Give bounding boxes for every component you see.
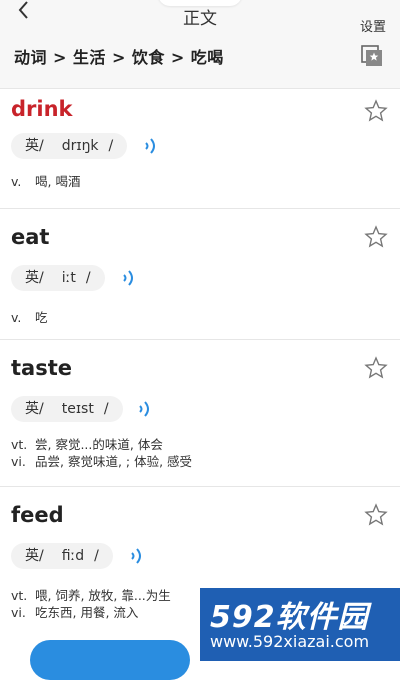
breadcrumb-separator: > <box>53 48 67 67</box>
watermark: 592软件园 www.592xiazai.com <box>200 588 400 661</box>
part-of-speech: vi. <box>11 605 26 620</box>
ipa-close: / <box>94 548 99 564</box>
definitions: v. 喝, 喝酒 <box>11 173 80 190</box>
accent-label: 英/ <box>25 138 44 154</box>
definition-text: 吃东西, 用餐, 流入 <box>35 605 139 620</box>
accent-label: 英/ <box>25 548 44 564</box>
breadcrumb: 动词 > 生活 > 饮食 > 吃喝 <box>14 44 224 68</box>
ipa-text: fiːd <box>61 548 85 564</box>
sound-icon[interactable] <box>128 545 146 567</box>
part-of-speech: v. <box>11 310 22 325</box>
word-title: feed <box>11 503 64 527</box>
breadcrumb-separator: > <box>111 48 126 67</box>
breadcrumb-item[interactable]: 吃喝 <box>191 48 224 67</box>
word-title: drink <box>11 97 73 121</box>
word-card-taste[interactable]: taste 英/teɪst / vt. 尝, 察觉...的味道, 体会 vi. 品尝,… <box>0 339 400 487</box>
part-of-speech: vi. <box>11 454 26 469</box>
star-outline-icon[interactable] <box>364 225 388 249</box>
part-of-speech: vt. <box>11 437 28 452</box>
definition-line: v. 吃 <box>11 309 48 326</box>
definition-text: 喝, 喝酒 <box>35 174 81 189</box>
definition-text: 品尝, 察觉味道, ; 体验, 感受 <box>35 454 193 469</box>
word-card-drink[interactable]: drink 英/drɪŋk / v. 喝, 喝酒 <box>0 88 400 209</box>
definition-text: 吃 <box>35 310 48 325</box>
watermark-brand: 592软件园 <box>210 600 369 635</box>
ipa-text: teɪst <box>61 401 94 417</box>
page-title: 正文 <box>183 9 217 29</box>
favorites-folder-icon[interactable] <box>360 42 384 66</box>
word-card-eat[interactable]: eat 英/iːt / v. 吃 <box>0 208 400 340</box>
sound-icon[interactable] <box>120 267 138 289</box>
definitions: v. 吃 <box>11 309 48 326</box>
ipa-text: iːt <box>61 270 76 286</box>
top-bar: 正文 设置 动词 > 生活 > 饮食 > 吃喝 <box>0 0 400 88</box>
ipa-close: / <box>85 270 91 286</box>
part-of-speech: vt. <box>11 588 28 603</box>
definition-line: vt. 尝, 察觉...的味道, 体会 <box>11 436 192 453</box>
watermark-url: www.592xiazai.com <box>210 632 370 651</box>
word-title: eat <box>11 225 50 249</box>
phonetic-pill: 英/teɪst / <box>11 396 123 422</box>
star-outline-icon[interactable] <box>364 356 388 380</box>
definition-line: vt. 喂, 饲养, 放牧, 靠...为生 <box>11 587 171 604</box>
definition-line: v. 喝, 喝酒 <box>11 173 80 190</box>
definitions: vt. 喂, 饲养, 放牧, 靠...为生 vi. 吃东西, 用餐, 流入 <box>11 587 171 621</box>
star-outline-icon[interactable] <box>364 99 388 123</box>
sound-icon[interactable] <box>142 135 160 157</box>
breadcrumb-separator: > <box>170 48 185 67</box>
definition-text: 尝, 察觉...的味道, 体会 <box>35 437 163 452</box>
ipa-text: drɪŋk <box>61 138 99 154</box>
definition-line: vi. 吃东西, 用餐, 流入 <box>11 604 171 621</box>
sound-icon[interactable] <box>136 398 154 420</box>
word-title: taste <box>11 356 72 380</box>
accent-label: 英/ <box>25 270 44 286</box>
bottom-action-button[interactable] <box>30 640 190 680</box>
ipa-close: / <box>108 138 114 154</box>
breadcrumb-item[interactable]: 饮食 <box>132 48 165 67</box>
ipa-close: / <box>103 401 109 417</box>
phonetic-pill: 英/iːt / <box>11 265 105 291</box>
part-of-speech: v. <box>11 174 22 189</box>
definition-line: vi. 品尝, 察觉味道, ; 体验, 感受 <box>11 453 192 470</box>
breadcrumb-item[interactable]: 生活 <box>73 48 106 67</box>
breadcrumb-item[interactable]: 动词 <box>14 48 47 67</box>
phonetic-pill: 英/drɪŋk / <box>11 133 128 159</box>
phonetic-pill: 英/fiːd / <box>11 543 113 569</box>
definition-text: 喂, 饲养, 放牧, 靠...为生 <box>35 588 171 603</box>
definitions: vt. 尝, 察觉...的味道, 体会 vi. 品尝, 察觉味道, ; 体验, 感受 <box>11 436 192 470</box>
accent-label: 英/ <box>25 401 44 417</box>
star-outline-icon[interactable] <box>364 503 388 527</box>
settings-button[interactable]: 设置 <box>360 16 386 35</box>
